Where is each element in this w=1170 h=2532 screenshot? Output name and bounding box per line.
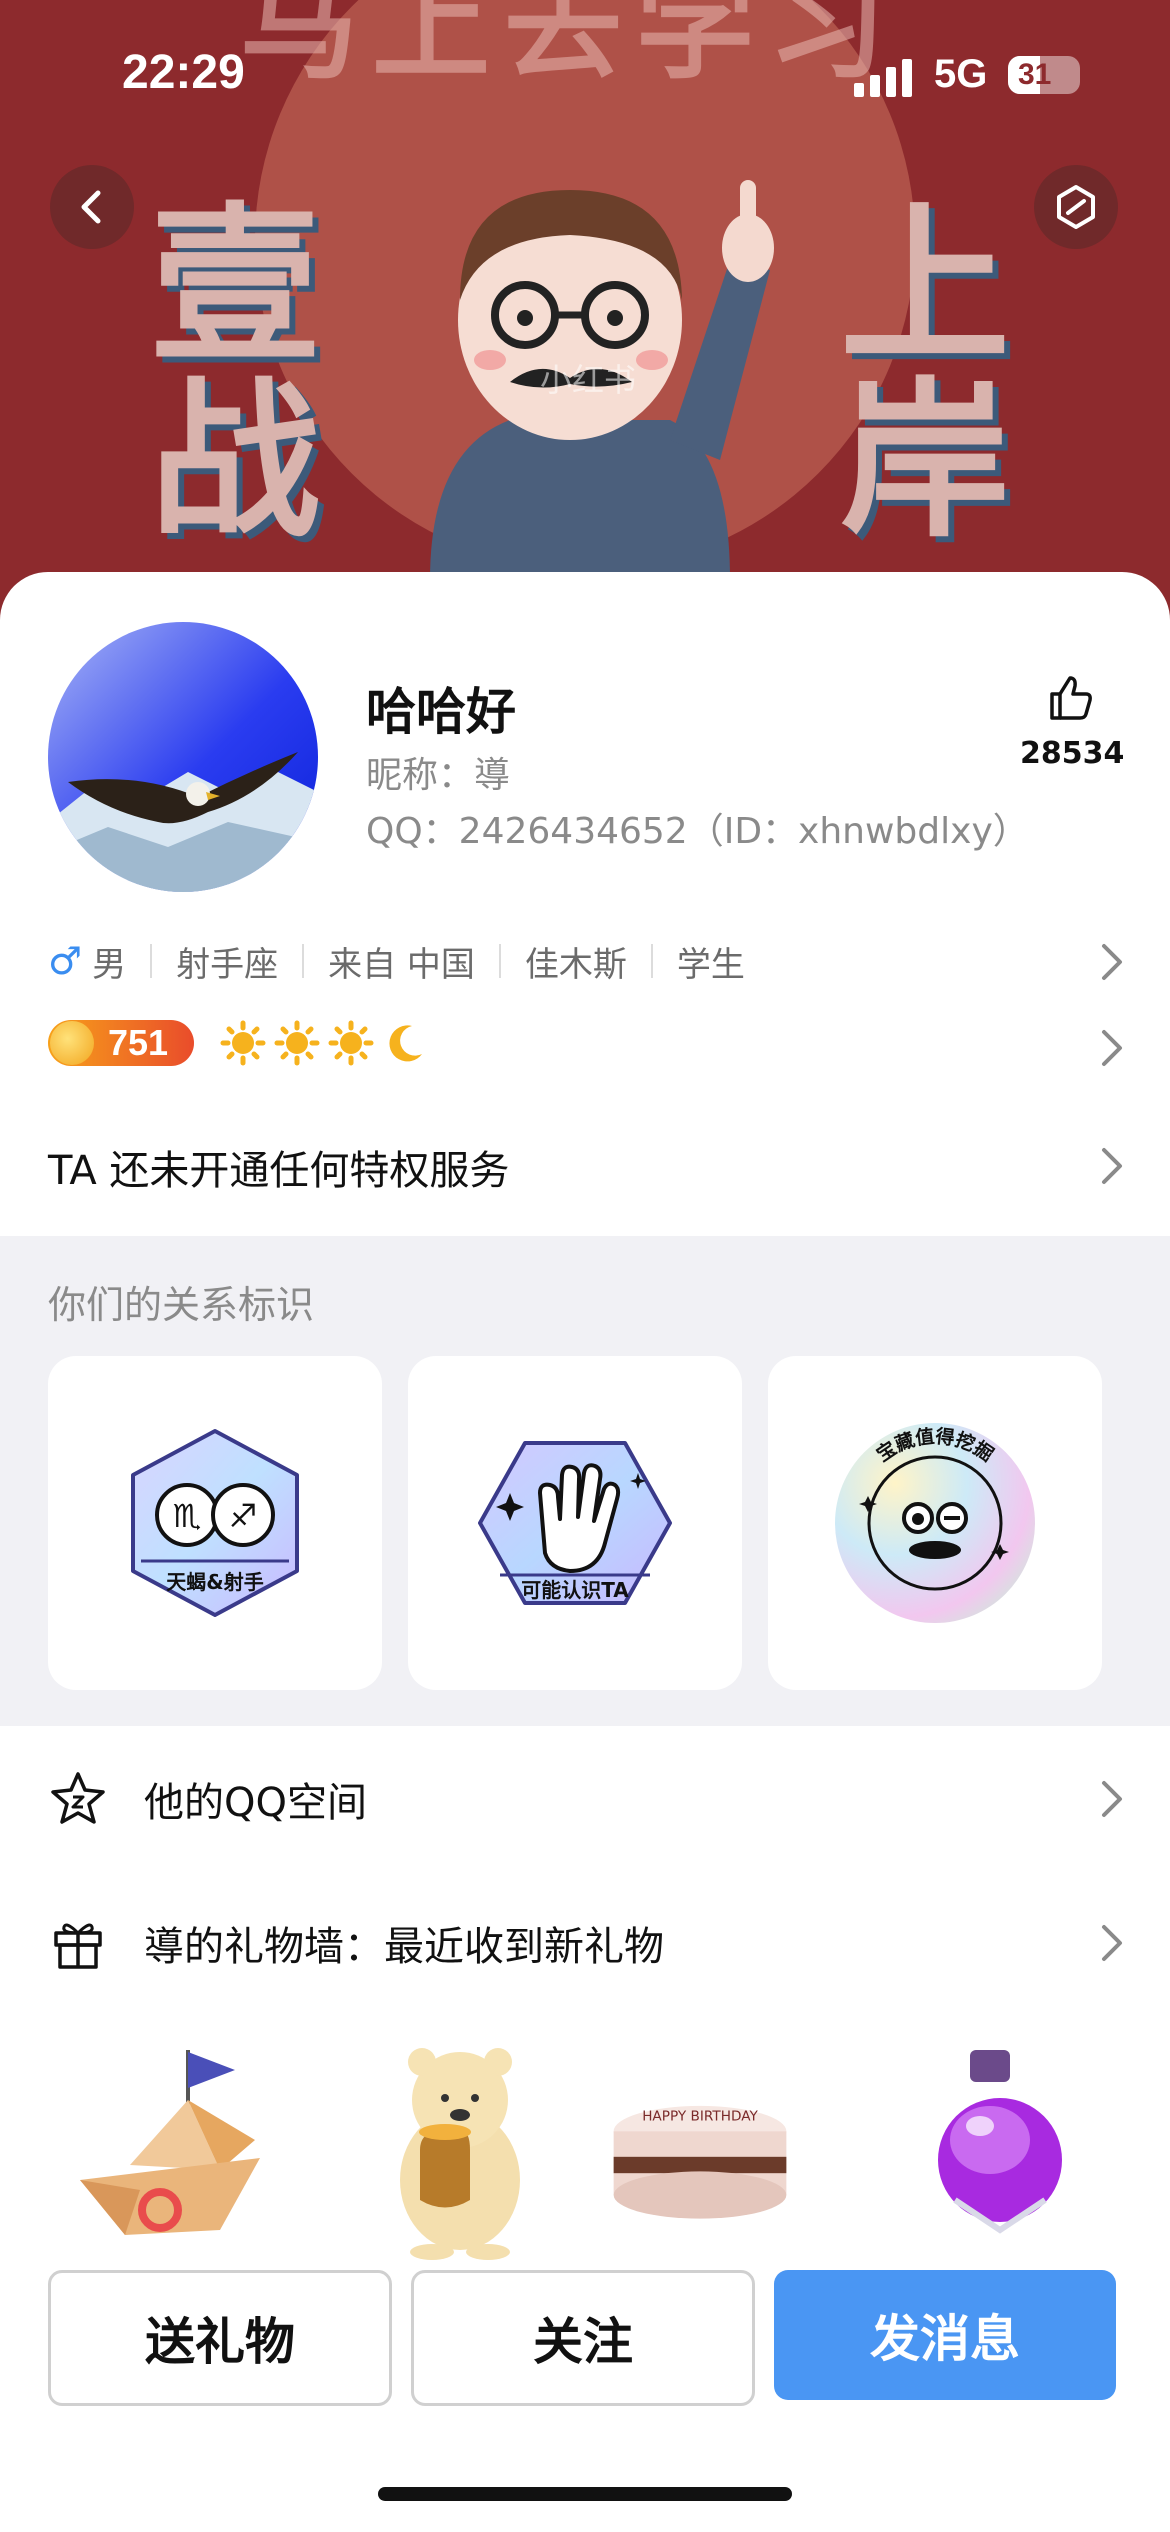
profile-name: 哈哈好 — [366, 683, 516, 741]
cake-text: HAPPY BIRTHDAY — [642, 2108, 758, 2124]
battery-icon: 31 — [1008, 56, 1080, 94]
more-options-button[interactable] — [1034, 165, 1118, 249]
level-badge: 751 — [48, 1020, 194, 1066]
tag-occupation: 学生 — [676, 944, 745, 985]
chevron-right-icon — [1102, 1030, 1122, 1066]
chevron-right-icon — [1102, 1925, 1122, 1961]
profile-qq-id: QQ：2426434652（ID：xhnwbdlxy） — [366, 811, 1029, 852]
may-know-badge: 可能认识TA — [478, 1441, 672, 1605]
send-message-button[interactable]: 发消息 — [774, 2270, 1116, 2400]
sun-icon — [328, 1020, 374, 1066]
zodiac-match-badge: ♏ ♐ 天蝎&射手 — [131, 1429, 299, 1617]
chevron-right-icon — [1102, 1148, 1122, 1184]
tag-city: 佳木斯 — [524, 944, 627, 985]
qzone-row[interactable]: 他的QQ空间 — [0, 1744, 1170, 1854]
chevron-right-icon — [1102, 1781, 1122, 1817]
relation-label-zodiac: 天蝎&射手 — [166, 1570, 263, 1594]
status-bar: 22:29 5G 31 — [0, 0, 1170, 150]
paper-boat-gift-icon — [80, 2050, 260, 2235]
network-type: 5G — [934, 52, 988, 96]
follow-button[interactable]: 关注 — [411, 2270, 755, 2406]
male-icon: ♂ — [48, 939, 83, 983]
treasure-badge: 宝藏值得挖掘 — [835, 1423, 1035, 1623]
thumbs-up-icon — [1050, 676, 1092, 720]
qq-level-row[interactable]: 751 — [48, 1020, 428, 1066]
moon-icon — [389, 1025, 422, 1062]
like-count: 28534 — [1020, 736, 1125, 771]
relation-card-treasure[interactable]: 宝藏值得挖掘 — [768, 1356, 1102, 1690]
chevron-left-icon — [81, 190, 101, 224]
cover-left-text: 壹战 — [150, 188, 321, 561]
profile-nickname: 昵称：導 — [366, 755, 511, 796]
birthday-cake-gift-icon: HAPPY BIRTHDAY — [613, 2105, 787, 2219]
home-indicator[interactable] — [378, 2487, 792, 2501]
cover-right-text: 上岸 — [840, 188, 1011, 561]
relation-card-zodiac[interactable]: ♏ ♐ 天蝎&射手 — [48, 1356, 382, 1690]
relation-title: 你们的关系标识 — [48, 1283, 315, 1327]
avatar[interactable] — [48, 622, 318, 892]
gift-icon — [54, 1923, 102, 1969]
watermark-text: 小红书 — [540, 361, 637, 399]
svg-text:♏: ♏ — [173, 1497, 202, 1535]
qzone-star-icon — [51, 1772, 105, 1824]
tag-gender: 男 — [92, 944, 127, 985]
relation-card-may-know[interactable]: 可能认识TA — [408, 1356, 742, 1690]
sun-icon — [220, 1020, 266, 1066]
tag-zodiac: 射手座 — [176, 944, 279, 985]
status-time: 22:29 — [122, 46, 245, 99]
relation-section: 你们的关系标识 ♏ ♐ 天蝎&射手 可能认识TA 宝藏值得挖掘 — [0, 1236, 1170, 1726]
tag-from: 来自 中国 — [328, 944, 475, 985]
battery-level: 31 — [1018, 58, 1052, 91]
profile-tags-row[interactable]: ♂ 男 射手座 来自 中国 佳木斯 学生 — [48, 936, 745, 986]
level-value: 751 — [108, 1022, 169, 1063]
qzone-label: 他的QQ空间 — [144, 1780, 367, 1826]
signal-icon — [854, 57, 914, 97]
privilege-status[interactable]: TA 还未开通任何特权服务 — [48, 1138, 509, 1196]
svg-text:♐: ♐ — [229, 1497, 258, 1535]
bear-with-honey-gift-icon — [400, 2048, 520, 2260]
send-gift-button[interactable]: 送礼物 — [48, 2270, 392, 2406]
magic-potion-gift-icon — [938, 2050, 1062, 2234]
sun-icon — [274, 1020, 320, 1066]
hexagon-menu-icon — [1057, 185, 1095, 229]
cartoon-teacher-illustration — [430, 180, 774, 580]
gift-wall-row[interactable]: 導的礼物墙：最近收到新礼物 — [0, 1888, 1170, 1998]
coin-icon — [50, 1021, 94, 1065]
eagle-avatar-image — [48, 622, 318, 892]
chevron-right-icon — [1102, 944, 1122, 980]
back-button[interactable] — [50, 165, 134, 249]
gift-wall-label: 導的礼物墙：最近收到新礼物 — [144, 1924, 664, 1970]
gift-wall-preview[interactable]: HAPPY BIRTHDAY — [0, 2030, 1170, 2260]
relation-label-may-know: 可能认识TA — [521, 1578, 629, 1602]
like-button[interactable]: 28534 — [1020, 672, 1125, 771]
